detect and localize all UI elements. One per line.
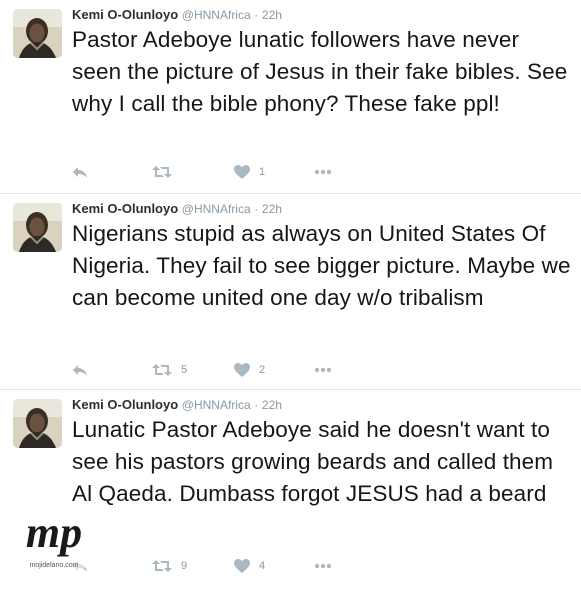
retweet-button[interactable]: 9 xyxy=(152,556,187,576)
heart-icon xyxy=(234,559,250,573)
heart-icon xyxy=(234,165,250,179)
retweet-icon xyxy=(152,560,172,572)
like-button[interactable]: 1 xyxy=(234,162,265,182)
like-button[interactable]: 2 xyxy=(234,360,265,380)
separator: · xyxy=(254,202,259,216)
author-handle[interactable]: @HNNAfrica xyxy=(182,398,251,412)
retweet-button[interactable] xyxy=(152,162,181,182)
tweet-actions: 5 2 xyxy=(72,360,372,380)
reply-icon xyxy=(73,365,87,376)
retweet-icon xyxy=(152,166,172,178)
timestamp[interactable]: 22h xyxy=(262,202,282,216)
more-options-button[interactable] xyxy=(314,556,332,576)
author-name[interactable]: Kemi O-Olunloyo xyxy=(72,201,178,216)
reply-icon xyxy=(73,167,87,178)
separator: · xyxy=(254,8,259,22)
retweet-icon xyxy=(152,364,172,376)
retweet-button[interactable]: 5 xyxy=(152,360,187,380)
timestamp[interactable]: 22h xyxy=(262,398,282,412)
heart-icon xyxy=(234,363,250,377)
more-icon xyxy=(314,169,332,175)
retweet-count: 9 xyxy=(181,560,188,572)
avatar[interactable] xyxy=(13,399,62,448)
author-handle[interactable]: @HNNAfrica xyxy=(182,202,251,216)
like-count: 4 xyxy=(259,560,266,572)
like-count: 1 xyxy=(259,166,266,178)
tweet-actions: 1 xyxy=(72,162,372,182)
more-icon xyxy=(314,367,332,373)
tweet-text: Nigerians stupid as always on United Sta… xyxy=(72,221,571,310)
author-handle[interactable]: @HNNAfrica xyxy=(182,8,251,22)
tweet-header: Kemi O-Olunloyo @HNNAfrica · 22h xyxy=(72,397,282,412)
more-options-button[interactable] xyxy=(314,162,332,182)
tweet[interactable]: Kemi O-Olunloyo @HNNAfrica · 22h Pastor … xyxy=(0,0,581,194)
tweet-text: Lunatic Pastor Adeboye said he doesn't w… xyxy=(72,417,554,506)
avatar[interactable] xyxy=(13,9,62,58)
author-name[interactable]: Kemi O-Olunloyo xyxy=(72,397,178,412)
avatar[interactable] xyxy=(13,203,62,252)
tweet-header: Kemi O-Olunloyo @HNNAfrica · 22h xyxy=(72,7,282,22)
tweet-header: Kemi O-Olunloyo @HNNAfrica · 22h xyxy=(72,201,282,216)
reply-button[interactable] xyxy=(72,360,88,380)
tweet-actions: 9 4 xyxy=(72,556,372,576)
timestamp[interactable]: 22h xyxy=(262,8,282,22)
like-button[interactable]: 4 xyxy=(234,556,265,576)
watermark-logo: mp mojidelano.com xyxy=(12,497,96,581)
author-name[interactable]: Kemi O-Olunloyo xyxy=(72,7,178,22)
tweet[interactable]: Kemi O-Olunloyo @HNNAfrica · 22h Nigeria… xyxy=(0,194,581,390)
retweet-count: 5 xyxy=(181,364,188,376)
watermark-logo-text: mp xyxy=(26,508,82,557)
reply-button[interactable] xyxy=(72,162,88,182)
tweet-text: Pastor Adeboye lunatic followers have ne… xyxy=(72,27,568,116)
separator: · xyxy=(254,398,259,412)
more-icon xyxy=(314,563,332,569)
watermark-sub-text: mojidelano.com xyxy=(29,562,78,569)
like-count: 2 xyxy=(259,364,266,376)
tweet-timeline: Kemi O-Olunloyo @HNNAfrica · 22h Pastor … xyxy=(0,0,581,589)
more-options-button[interactable] xyxy=(314,360,332,380)
